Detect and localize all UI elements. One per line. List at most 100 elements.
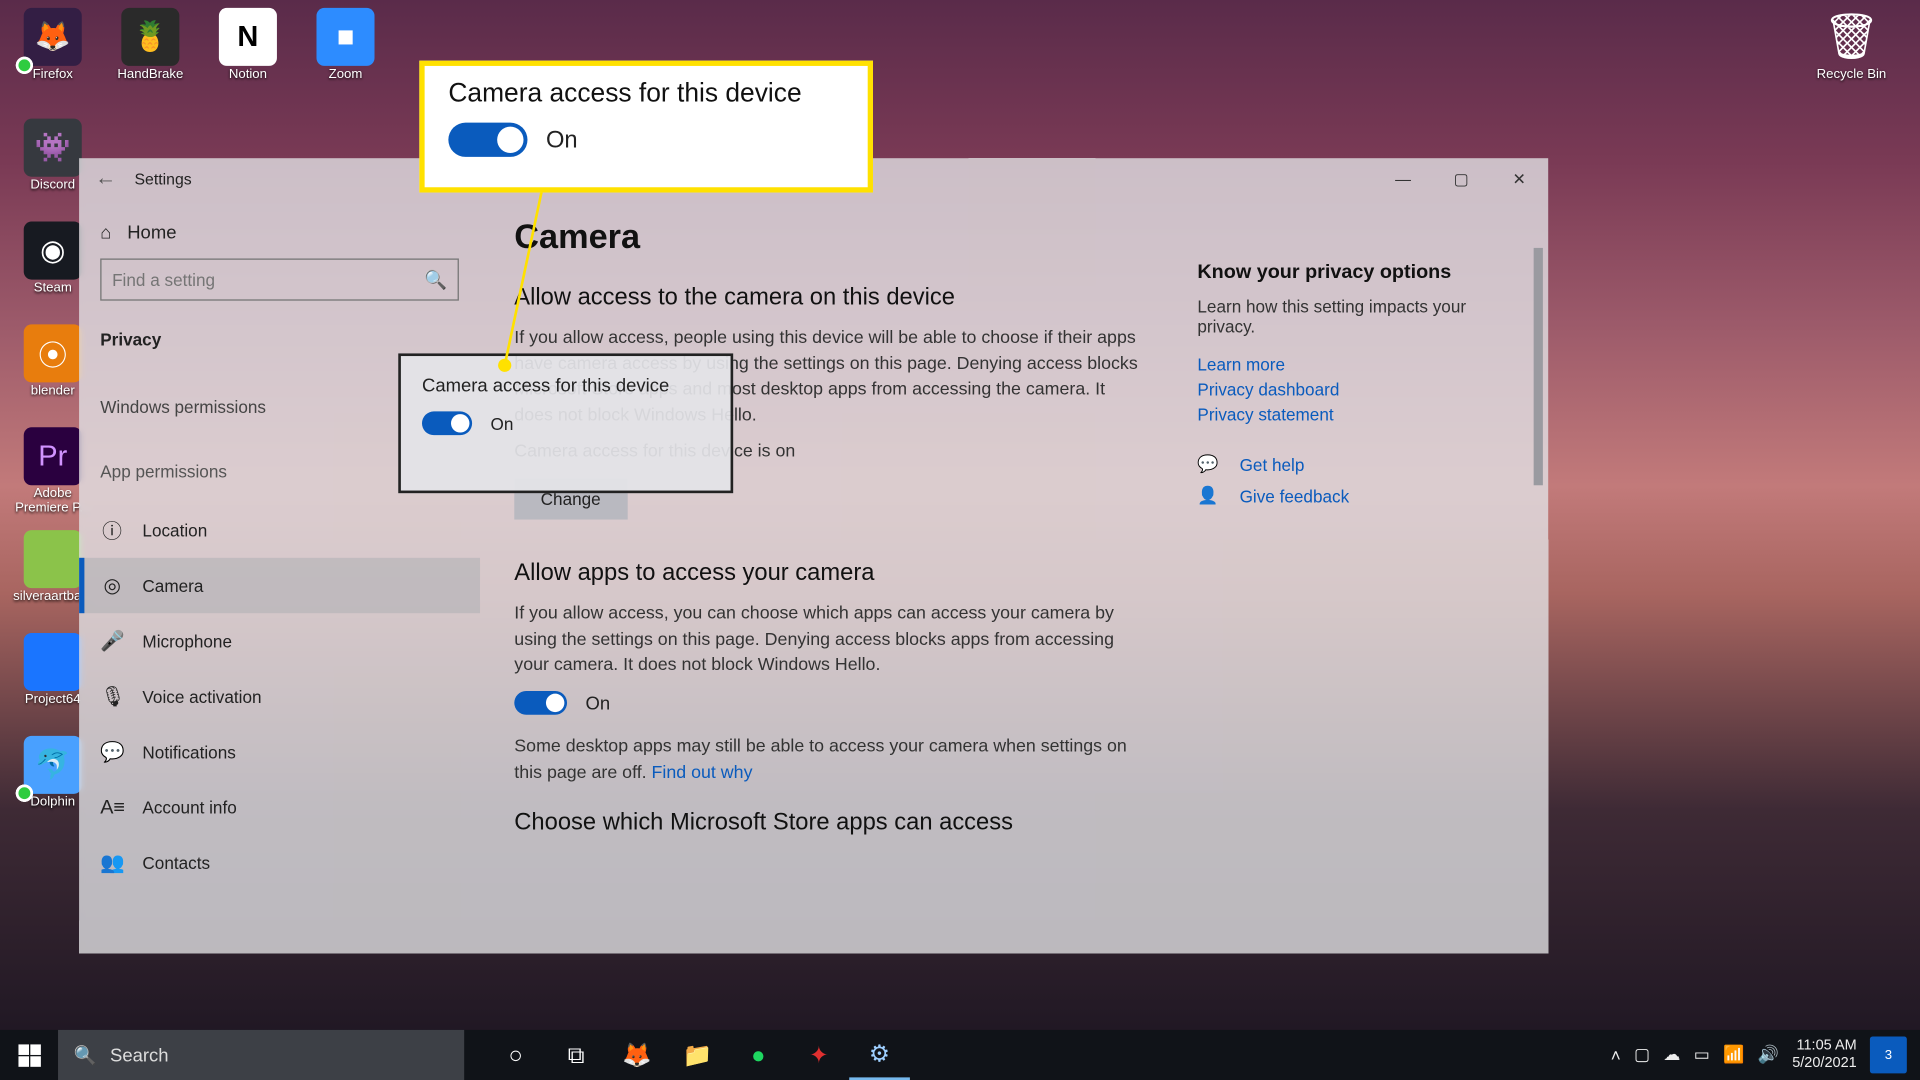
- sidebar-item-label: Location: [142, 520, 207, 540]
- flyout-camera-access: Camera access for this device On: [398, 353, 733, 493]
- sidebar-item-account[interactable]: A≡ Account info: [100, 779, 459, 834]
- camera-icon: ◎: [100, 574, 124, 598]
- aside-heading: Know your privacy options: [1197, 261, 1513, 283]
- tray-wifi-icon[interactable]: 📶: [1723, 1044, 1744, 1065]
- desktop-icon-handbrake[interactable]: 🍍HandBrake: [105, 5, 195, 108]
- firefox-icon: 🦊: [24, 8, 82, 66]
- flyout-title: Camera access for this device: [422, 375, 709, 396]
- help-icon: 💬: [1197, 454, 1221, 475]
- flyout-toggle[interactable]: On: [422, 411, 709, 435]
- search-icon: 🔍: [74, 1044, 97, 1066]
- desktop-icon-recycle-bin[interactable]: 🗑Recycle Bin: [1807, 5, 1897, 108]
- discord-icon: 👾: [24, 119, 82, 177]
- taskbar-app-red[interactable]: ✦: [789, 1030, 850, 1080]
- contacts-icon: 👥: [100, 851, 124, 875]
- project64-icon: [24, 633, 82, 691]
- sidebar-item-contacts[interactable]: 👥 Contacts: [100, 835, 459, 890]
- notifications-icon: 💬: [100, 740, 124, 764]
- sidebar-item-camera[interactable]: ◎ Camera: [79, 558, 480, 613]
- taskbar-spotify[interactable]: ●: [728, 1030, 789, 1080]
- tray-chevron-up-icon[interactable]: ˄: [1611, 1045, 1621, 1065]
- zoom-icon: ■: [316, 8, 374, 66]
- tray-notifications[interactable]: 3: [1870, 1036, 1907, 1073]
- taskview-icon: ⧉: [568, 1041, 585, 1069]
- tray-onedrive-icon[interactable]: ☁: [1663, 1044, 1680, 1065]
- tray-meet-icon[interactable]: ▢: [1634, 1044, 1650, 1065]
- toggle-switch-icon: [448, 123, 527, 157]
- system-tray[interactable]: ˄ ▢ ☁ ▭ 📶 🔊 11:05 AM5/20/2021 3: [1611, 1036, 1920, 1073]
- cortana-icon: ○: [508, 1041, 522, 1069]
- sidebar-item-label: Voice activation: [142, 686, 261, 706]
- location-icon: ⓘ: [100, 516, 124, 544]
- maximize-button[interactable]: ▢: [1432, 160, 1490, 200]
- apps-access-toggle[interactable]: On: [514, 691, 1144, 715]
- desktop-row-top: 🦊Firefox 🍍HandBrake NNotion ■Zoom: [8, 5, 390, 108]
- section-allow-device: Allow access to the camera on this devic…: [514, 284, 1144, 312]
- link-get-help[interactable]: Get help: [1240, 454, 1305, 474]
- recycle-bin-icon: 🗑: [1822, 8, 1880, 66]
- windows-icon: [18, 1044, 40, 1066]
- back-button[interactable]: ←: [95, 167, 116, 191]
- taskbar-taskview[interactable]: ⧉: [546, 1030, 607, 1080]
- link-privacy-dashboard[interactable]: Privacy dashboard: [1197, 380, 1513, 400]
- blender-icon: ⦿: [24, 324, 82, 382]
- link-privacy-statement[interactable]: Privacy statement: [1197, 405, 1513, 425]
- steam-icon: ◉: [24, 222, 82, 280]
- spotify-icon: ●: [751, 1041, 765, 1069]
- start-button[interactable]: [0, 1030, 58, 1080]
- toggle-switch-icon: [514, 691, 567, 715]
- tray-battery-icon[interactable]: ▭: [1694, 1044, 1710, 1065]
- sidebar-item-label: Notifications: [142, 742, 235, 762]
- toggle-switch-icon: [422, 411, 472, 435]
- link-give-feedback[interactable]: Give feedback: [1240, 486, 1350, 506]
- taskbar: 🔍Search ○ ⧉ 🦊 📁 ● ✦ ⚙ ˄ ▢ ☁ ▭ 📶 🔊 11:05 …: [0, 1030, 1920, 1080]
- minimize-button[interactable]: —: [1374, 160, 1432, 200]
- gear-icon: ⚙: [869, 1040, 890, 1068]
- dolphin-icon: 🐬: [24, 736, 82, 794]
- sidebar-item-label: Microphone: [142, 631, 232, 651]
- sidebar-item-label: Contacts: [142, 853, 210, 873]
- sidebar-home[interactable]: ⌂Home: [100, 214, 459, 259]
- section-store-apps: Choose which Microsoft Store apps can ac…: [514, 808, 1144, 836]
- sidebar-item-voice[interactable]: 🎙 Voice activation: [100, 669, 459, 724]
- home-icon: ⌂: [100, 222, 111, 243]
- folder-icon: 📁: [683, 1041, 713, 1069]
- window-title: Settings: [135, 170, 192, 188]
- taskbar-firefox[interactable]: 🦊: [607, 1030, 668, 1080]
- microphone-icon: 🎤: [100, 629, 124, 653]
- callout-toggle: On: [448, 123, 844, 157]
- aside-column: Know your privacy options Learn how this…: [1197, 216, 1513, 953]
- taskbar-cortana[interactable]: ○: [485, 1030, 546, 1080]
- sidebar-item-location[interactable]: ⓘ Location: [100, 502, 459, 557]
- section-allow-apps: Allow apps to access your camera: [514, 559, 1144, 587]
- account-icon: A≡: [100, 796, 124, 818]
- find-out-why-link[interactable]: Find out why: [652, 762, 753, 782]
- taskbar-explorer[interactable]: 📁: [667, 1030, 728, 1080]
- sidebar-item-microphone[interactable]: 🎤 Microphone: [100, 613, 459, 668]
- callout-title: Camera access for this device: [448, 79, 844, 109]
- search-input[interactable]: [112, 270, 424, 290]
- tray-volume-icon[interactable]: 🔊: [1758, 1044, 1779, 1065]
- section-desc-2: If you allow access, you can choose whic…: [514, 600, 1144, 677]
- main-column: Camera Allow access to the camera on thi…: [514, 216, 1144, 953]
- aside-desc: Learn how this setting impacts your priv…: [1197, 297, 1513, 337]
- app-icon: ✦: [809, 1041, 829, 1069]
- taskbar-search[interactable]: 🔍Search: [58, 1030, 464, 1080]
- close-button[interactable]: ✕: [1490, 160, 1548, 200]
- premiere-icon: Pr: [24, 427, 82, 485]
- taskbar-settings[interactable]: ⚙: [849, 1030, 910, 1080]
- voice-icon: 🎙: [100, 684, 124, 708]
- sidebar-item-label: Account info: [142, 797, 236, 817]
- scrollbar[interactable]: [1534, 248, 1543, 485]
- handbrake-icon: 🍍: [121, 8, 179, 66]
- sidebar-item-label: Camera: [142, 576, 203, 596]
- sidebar-item-notifications[interactable]: 💬 Notifications: [100, 724, 459, 779]
- firefox-icon: 🦊: [622, 1041, 652, 1069]
- notion-icon: N: [219, 8, 277, 66]
- settings-search[interactable]: 🔍: [100, 258, 459, 300]
- desktop-icon-zoom[interactable]: ■Zoom: [301, 5, 391, 108]
- page-title: Camera: [514, 216, 1144, 257]
- tray-clock[interactable]: 11:05 AM5/20/2021: [1792, 1038, 1857, 1071]
- desktop-icon-notion[interactable]: NNotion: [203, 5, 293, 108]
- link-learn-more[interactable]: Learn more: [1197, 355, 1513, 375]
